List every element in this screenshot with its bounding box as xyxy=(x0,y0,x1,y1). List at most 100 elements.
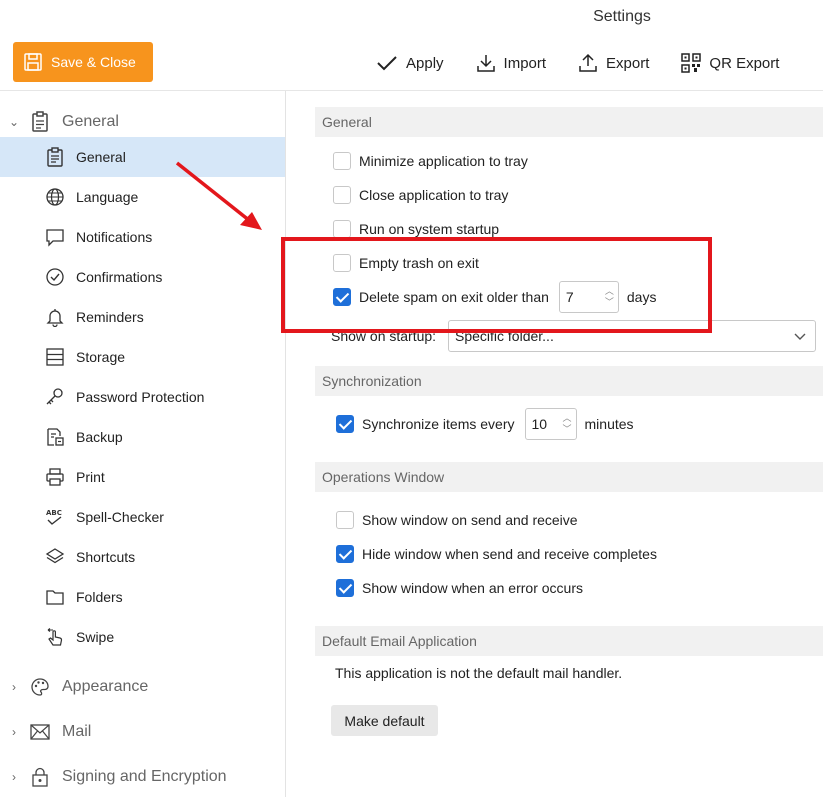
envelope-icon xyxy=(30,724,50,740)
show-window-error-option[interactable]: Show window when an error occurs xyxy=(336,579,583,597)
layers-icon xyxy=(45,548,65,564)
sidebar-item-password-protection[interactable]: Password Protection xyxy=(0,377,285,417)
show-window-error-checkbox[interactable] xyxy=(336,579,354,597)
sidebar-category-label: General xyxy=(62,113,119,130)
section-header-default-email: Default Email Application xyxy=(315,626,823,656)
check-circle-icon xyxy=(46,268,64,286)
sync-minutes-stepper[interactable]: 10 ︿ ﹀ xyxy=(524,408,577,440)
sidebar-item-backup[interactable]: Backup xyxy=(0,417,285,457)
toolbar: Apply Import Export QR Export xyxy=(376,48,779,78)
palette-icon xyxy=(31,678,49,696)
sidebar-item-label: Shortcuts xyxy=(76,549,136,565)
run-on-startup-label: Run on system startup xyxy=(359,221,500,237)
sidebar-item-label: Backup xyxy=(76,429,123,445)
minimize-to-tray-label: Minimize application to tray xyxy=(359,153,528,169)
sidebar-item-label: Notifications xyxy=(76,229,153,245)
hide-window-complete-label: Hide window when send and receive comple… xyxy=(362,546,657,562)
save-close-label: Save & Close xyxy=(51,54,136,70)
export-icon xyxy=(579,53,597,72)
chevron-right-icon[interactable]: › xyxy=(8,770,20,784)
sidebar-item-shortcuts[interactable]: Shortcuts xyxy=(0,537,285,577)
export-button[interactable]: Export xyxy=(578,53,649,73)
show-window-error-label: Show window when an error occurs xyxy=(362,580,583,596)
speech-bubble-icon xyxy=(46,229,64,247)
hide-window-complete-checkbox[interactable] xyxy=(336,545,354,563)
checkmark-icon xyxy=(377,56,397,71)
svg-text:ABC: ABC xyxy=(46,509,62,517)
storage-icon xyxy=(46,348,64,366)
minimize-to-tray-option[interactable]: Minimize application to tray xyxy=(333,152,528,170)
sidebar-category-signing-encryption[interactable]: › Signing and Encryption xyxy=(0,762,286,792)
make-default-button[interactable]: Make default xyxy=(331,705,438,736)
sidebar-item-label: Print xyxy=(76,469,105,485)
sidebar-item-label: Storage xyxy=(76,349,126,365)
import-icon xyxy=(476,55,495,72)
sidebar-item-storage[interactable]: Storage xyxy=(0,337,285,377)
window-title: Settings xyxy=(593,8,651,25)
section-header-synchronization: Synchronization xyxy=(315,366,823,396)
sidebar-item-label: General xyxy=(76,149,126,165)
default-handler-note: This application is not the default mail… xyxy=(335,665,623,681)
chevron-right-icon[interactable]: › xyxy=(8,680,20,694)
lock-icon xyxy=(32,767,48,787)
sidebar-item-confirmations[interactable]: Confirmations xyxy=(0,257,285,297)
sidebar-item-print[interactable]: Print xyxy=(0,457,285,497)
sync-minutes-unit: minutes xyxy=(584,416,634,432)
chevron-down-icon xyxy=(794,333,806,340)
sidebar-category-label: Appearance xyxy=(62,678,149,695)
synchronize-items-label: Synchronize items every xyxy=(362,416,515,432)
folder-icon xyxy=(46,590,64,605)
clipboard-icon xyxy=(32,111,48,132)
apply-label: Apply xyxy=(406,54,444,72)
qr-export-label: QR Export xyxy=(709,54,780,72)
globe-icon xyxy=(46,188,64,206)
sync-minutes-value: 10 xyxy=(531,416,548,432)
sidebar-category-general[interactable]: ⌄ General xyxy=(0,107,286,137)
section-header-operations-window: Operations Window xyxy=(315,462,823,492)
close-to-tray-checkbox[interactable] xyxy=(333,186,351,204)
show-window-send-receive-checkbox[interactable] xyxy=(336,511,354,529)
sidebar-item-label: Folders xyxy=(76,589,123,605)
key-icon xyxy=(46,388,63,405)
show-window-send-receive-label: Show window on send and receive xyxy=(362,512,578,528)
sidebar-item-label: Reminders xyxy=(76,309,144,325)
synchronize-items-option[interactable]: Synchronize items every 10 ︿ ﹀ minutes xyxy=(336,408,634,440)
save-close-button[interactable]: Save & Close xyxy=(13,42,153,82)
sidebar-item-reminders[interactable]: Reminders xyxy=(0,297,285,337)
spellcheck-icon: ABC xyxy=(46,509,62,525)
section-header-general: General xyxy=(315,107,823,137)
qr-code-icon xyxy=(681,53,702,73)
sidebar-item-spell-checker[interactable]: ABC Spell-Checker xyxy=(0,497,285,537)
printer-icon xyxy=(46,468,64,486)
export-label: Export xyxy=(606,54,650,72)
annotation-highlight-box xyxy=(281,237,712,333)
minimize-to-tray-checkbox[interactable] xyxy=(333,152,351,170)
apply-button[interactable]: Apply xyxy=(376,54,444,72)
close-to-tray-option[interactable]: Close application to tray xyxy=(333,186,508,204)
show-window-send-receive-option[interactable]: Show window on send and receive xyxy=(336,511,578,529)
sidebar-item-label: Password Protection xyxy=(76,389,205,405)
backup-icon xyxy=(47,428,64,446)
run-on-startup-option[interactable]: Run on system startup xyxy=(333,220,499,238)
sidebar-category-mail[interactable]: › Mail xyxy=(0,717,286,747)
floppy-disk-icon xyxy=(24,53,42,71)
sidebar-item-swipe[interactable]: Swipe xyxy=(0,617,285,657)
sidebar-category-label: Mail xyxy=(62,723,92,740)
hide-window-complete-option[interactable]: Hide window when send and receive comple… xyxy=(336,545,657,563)
run-on-startup-checkbox[interactable] xyxy=(333,220,351,238)
chevron-down-icon[interactable]: ⌄ xyxy=(8,115,20,129)
import-button[interactable]: Import xyxy=(476,53,546,73)
hand-swipe-icon xyxy=(47,628,63,646)
chevron-right-icon[interactable]: › xyxy=(8,725,20,739)
sidebar-category-label: Signing and Encryption xyxy=(62,768,227,785)
sidebar-item-folders[interactable]: Folders xyxy=(0,577,285,617)
sidebar-category-appearance[interactable]: › Appearance xyxy=(0,672,286,702)
qr-export-button[interactable]: QR Export xyxy=(681,53,779,73)
synchronize-items-checkbox[interactable] xyxy=(336,415,354,433)
bell-icon xyxy=(46,309,64,327)
chevron-down-icon[interactable]: ﹀ xyxy=(563,424,572,435)
sidebar-item-label: Language xyxy=(76,189,139,205)
chevron-up-icon[interactable]: ︿ xyxy=(563,413,572,424)
sidebar-item-label: Spell-Checker xyxy=(76,509,164,525)
sidebar-item-label: Confirmations xyxy=(76,269,163,285)
